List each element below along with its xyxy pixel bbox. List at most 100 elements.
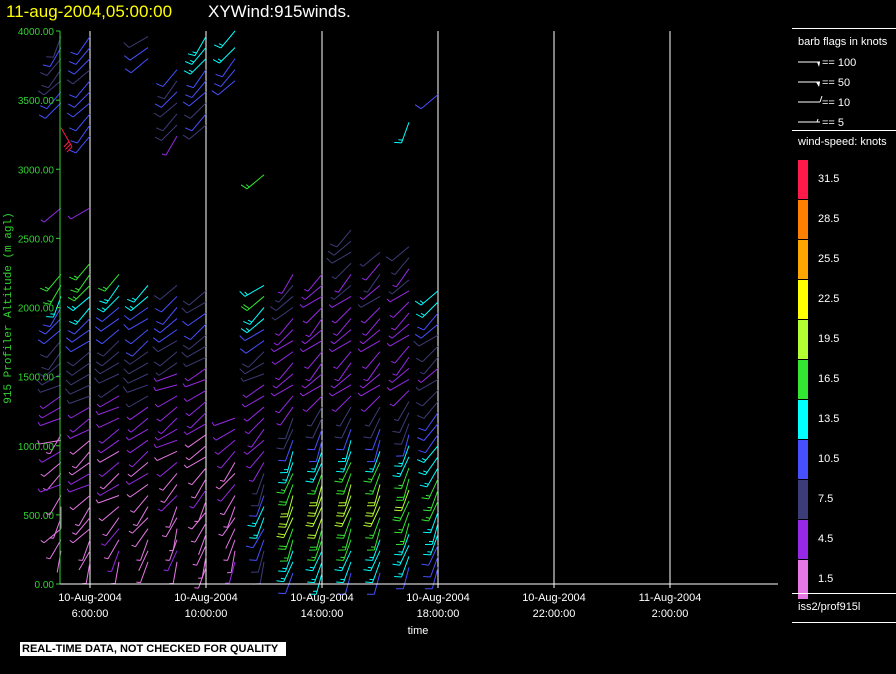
wind-barb [96, 395, 120, 408]
wind-barb [153, 373, 178, 382]
barb-half-feather [69, 451, 74, 455]
wind-barb [184, 367, 207, 382]
barb-half-feather [153, 377, 157, 382]
speed-swatch [798, 400, 808, 439]
barb-staff [169, 539, 178, 561]
barb-feather [249, 537, 257, 539]
wind-barb [41, 69, 62, 89]
barb-half-feather [421, 458, 427, 461]
barb-half-feather [282, 567, 287, 570]
barb-staff [156, 450, 178, 462]
x-tick-date: 10-Aug-2004 [58, 592, 122, 604]
barb-feather [278, 504, 286, 506]
barb-feather [211, 90, 219, 96]
barb-staff [188, 124, 207, 140]
barb-staff [99, 395, 120, 408]
wind-barb [301, 373, 323, 389]
speed-swatch [798, 480, 808, 519]
wind-barb [305, 362, 323, 382]
barb-staff [129, 47, 149, 61]
barb-staff [155, 384, 178, 392]
barb-feather [336, 470, 344, 473]
wind-barb [153, 439, 178, 449]
barb-feather [307, 581, 315, 584]
quality-warning-banner: REAL-TIME DATA, NOT CHECKED FOR QUALITY [20, 642, 287, 656]
barb-feather [94, 326, 102, 332]
barb-feather [423, 509, 431, 512]
wind-barb [330, 373, 352, 389]
wind-barb [279, 451, 294, 474]
barb-staff [186, 345, 207, 358]
wind-barb [250, 484, 265, 507]
barb-feather [67, 330, 75, 335]
barb-feather [336, 581, 344, 584]
barb-half-feather [96, 403, 101, 408]
barb-feather [97, 287, 106, 292]
wind-barb [37, 80, 62, 96]
y-tick-label: 3000.00 [18, 165, 55, 176]
barb-half-feather [369, 490, 374, 492]
y-tick-label: 1000.00 [18, 442, 55, 453]
barb-half-feather [102, 533, 107, 537]
barb-half-feather [211, 421, 215, 426]
barb-staff [306, 395, 323, 412]
barb-staff [43, 528, 62, 544]
barb-feather [394, 576, 402, 578]
barb-feather [66, 79, 74, 85]
barb-staff [187, 434, 207, 448]
barb-staff [163, 484, 178, 503]
wind-barb [417, 367, 439, 383]
barb-feather [327, 250, 335, 256]
barb-half-feather [359, 340, 364, 345]
barb-feather [337, 490, 345, 492]
barb-half-feather [309, 566, 315, 569]
barb-feather [392, 563, 400, 566]
barb-feather [279, 523, 287, 525]
wind-barb [184, 434, 207, 448]
barb-staff [198, 534, 207, 556]
wind-barb [69, 528, 91, 544]
y-tick-label: 500.00 [23, 511, 54, 522]
barb-half-feather [245, 184, 250, 188]
barb-half-feather [45, 557, 51, 560]
barb-feather [67, 103, 75, 108]
barb-staff [157, 340, 178, 353]
barb-staff [133, 285, 149, 303]
wind-barb [330, 284, 352, 300]
barb-half-feather [335, 424, 341, 427]
barb-half-feather [212, 436, 217, 441]
barb-half-feather [273, 342, 278, 346]
barb-half-feather [392, 284, 397, 288]
barb-feather [183, 335, 191, 341]
barb-staff [256, 539, 265, 561]
wind-barb [363, 362, 381, 382]
wind-barb [99, 285, 120, 304]
barb-half-feather [40, 539, 45, 544]
barb-half-feather [359, 263, 364, 267]
barb-feather [279, 501, 287, 503]
barb-staff [368, 406, 381, 427]
wind-barb [40, 207, 62, 223]
barb-staff [76, 124, 91, 144]
speed-swatch [798, 160, 808, 199]
wind-barb [132, 506, 149, 527]
barb-feather [122, 386, 128, 393]
barb-staff [401, 122, 410, 144]
wind-barb [185, 401, 207, 417]
barb-half-feather [98, 440, 103, 444]
barb-half-feather [357, 392, 362, 397]
barb-feather [70, 289, 78, 293]
barb-feather [278, 482, 286, 484]
barb-half-feather [301, 385, 306, 389]
barb-half-feather [75, 287, 80, 291]
wind-barb [190, 478, 207, 499]
wind-barb [37, 417, 62, 427]
barb-half-feather [245, 327, 250, 332]
barb-feather [67, 296, 75, 302]
barb-staff [248, 417, 265, 435]
barb-half-feather [155, 372, 160, 376]
barb-feather [186, 84, 194, 89]
wind-barb [212, 428, 236, 441]
wind-barb [160, 484, 178, 503]
barb-staff [366, 274, 381, 293]
